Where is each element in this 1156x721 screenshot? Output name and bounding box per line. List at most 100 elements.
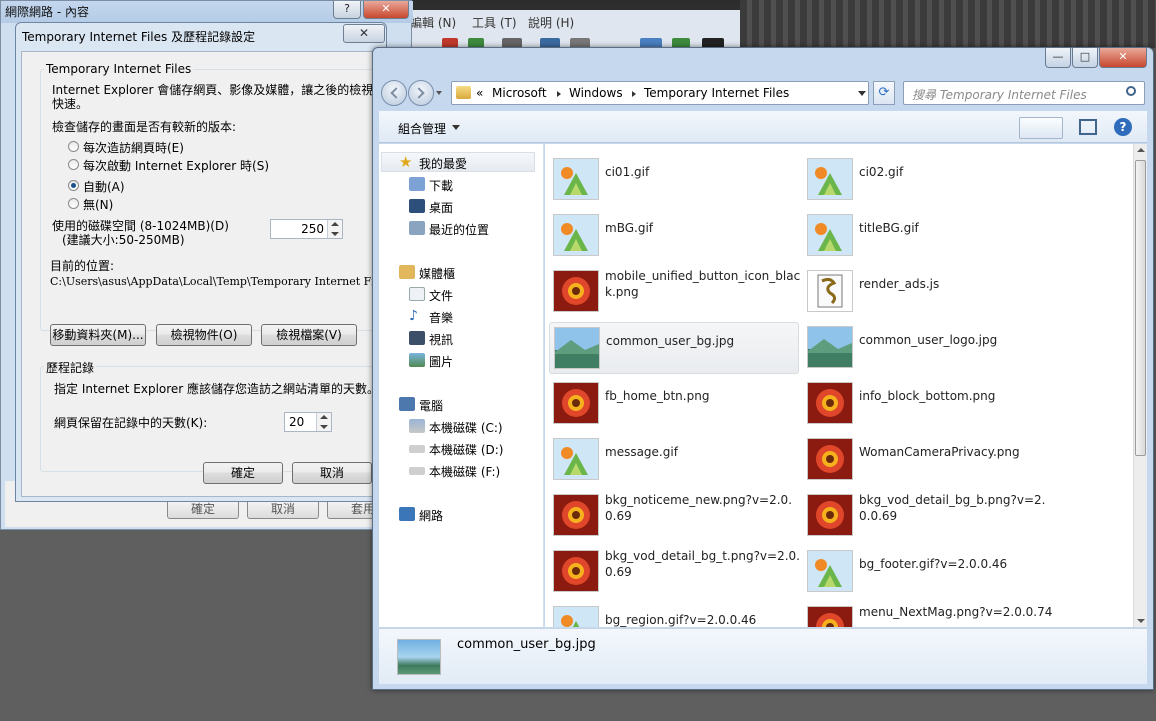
radio-every-visit[interactable] (68, 141, 79, 152)
search-icon[interactable] (1126, 86, 1136, 96)
file-item[interactable]: common_user_logo.jpg (803, 322, 1053, 374)
file-item[interactable]: render_ads.js (803, 266, 1053, 318)
preview-pane-icon[interactable] (1079, 119, 1097, 135)
file-name: common_user_bg.jpg (606, 334, 735, 348)
breadcrumb-separator-icon[interactable] (557, 91, 561, 97)
nav-music[interactable]: ♪ 音樂 (409, 309, 453, 326)
file-item[interactable]: bkg_noticeme_new.png?v=2.0.0.69 (549, 490, 799, 542)
spin-arrows[interactable] (327, 220, 342, 238)
history-days-stepper[interactable]: 20 (284, 412, 332, 432)
scroll-thumb[interactable] (1135, 160, 1146, 456)
file-item[interactable]: ci01.gif (549, 154, 799, 206)
history-days-value[interactable]: 20 (289, 415, 304, 429)
file-item[interactable]: WomanCameraPrivacy.png (803, 434, 1053, 486)
file-item[interactable]: bg_footer.gif?v=2.0.0.46 (803, 546, 1053, 598)
radio-label[interactable]: 自動(A) (83, 178, 125, 195)
radio-label[interactable]: 無(N) (83, 196, 113, 213)
jpg-thumbnail-icon (807, 326, 853, 368)
address-bar[interactable]: « Microsoft Windows Temporary Internet F… (451, 81, 869, 105)
nav-documents[interactable]: 文件 (409, 287, 453, 304)
breadcrumb-microsoft[interactable]: Microsoft (492, 86, 547, 100)
refresh-icon[interactable]: ⟳ (873, 81, 895, 105)
maximize-button[interactable]: □ (1072, 48, 1098, 68)
folder-icon (456, 86, 471, 99)
nav-downloads[interactable]: 下載 (409, 177, 453, 194)
organize-dropdown-icon[interactable] (452, 125, 460, 130)
file-item[interactable]: titleBG.gif (803, 210, 1053, 262)
recent-pages-chevron-icon[interactable] (436, 91, 442, 95)
view-objects-button[interactable]: 檢視物件(O) (156, 324, 252, 346)
spin-arrows[interactable] (316, 413, 331, 431)
move-folder-button[interactable]: 移動資料夾(M)... (50, 324, 146, 346)
minimize-button[interactable]: — (1045, 48, 1071, 68)
tif-group-title: Temporary Internet Files (44, 62, 194, 76)
nav-drive-c[interactable]: 本機磁碟 (C:) (409, 419, 503, 436)
menu-tools[interactable]: 工具 (T) (472, 14, 517, 31)
disk-space-hint: (建議大小:50-250MB) (62, 233, 185, 247)
breadcrumb-separator-icon[interactable] (632, 91, 636, 97)
nav-network[interactable]: 網路 (399, 507, 443, 524)
gif-thumbnail-icon (807, 214, 853, 256)
file-name: menu_NextMag.png?v=2.0.0.74 (859, 605, 1053, 619)
radio-every-start[interactable] (68, 159, 79, 170)
scroll-up-icon[interactable] (1137, 148, 1145, 152)
navigation-pane: ★ 我的最愛 下載 桌面 最近的位置 媒體櫃 文件 ♪ 音樂 視訊 圖片 電腦 本機… (379, 144, 544, 627)
search-input[interactable]: 搜尋 Temporary Internet Files (912, 86, 1087, 103)
file-item[interactable]: fb_home_btn.png (549, 378, 799, 430)
file-item[interactable]: mobile_unified_button_icon_black.png (549, 266, 800, 318)
forward-button[interactable] (408, 80, 434, 106)
nav-computer[interactable]: 電腦 (399, 397, 443, 414)
nav-pictures[interactable]: 圖片 (409, 353, 453, 370)
disk-space-stepper[interactable]: 250 (270, 219, 343, 239)
close-button[interactable]: ✕ (1099, 48, 1147, 68)
organize-button[interactable]: 組合管理 (398, 120, 446, 137)
breadcrumb-overflow[interactable]: « (476, 86, 483, 100)
history-description: 指定 Internet Explorer 應該儲存您造訪之網站清單的天數。 (54, 382, 380, 396)
disk-space-value[interactable]: 250 (301, 222, 324, 236)
nav-recent[interactable]: 最近的位置 (409, 221, 489, 238)
file-item[interactable]: bkg_vod_detail_bg_b.png?v=2.0.0.69 (803, 490, 1053, 542)
file-name: render_ads.js (859, 277, 940, 291)
cancel-button[interactable]: 取消 (247, 499, 319, 519)
file-item[interactable]: info_block_bottom.png (803, 378, 1053, 430)
dialog-close-button[interactable]: ✕ (343, 24, 385, 43)
nav-drive-d[interactable]: 本機磁碟 (D:) (409, 441, 503, 458)
radio-label[interactable]: 每次啟動 Internet Explorer 時(S) (83, 157, 269, 174)
file-item[interactable]: bg_region.gif?v=2.0.0.46 (549, 602, 799, 627)
network-icon (399, 507, 415, 521)
file-item[interactable]: ci02.gif (803, 154, 1053, 206)
radio-automatic[interactable] (68, 180, 79, 191)
nav-libraries[interactable]: 媒體櫃 (399, 265, 455, 282)
menu-edit[interactable]: 編輯 (N) (410, 14, 456, 31)
nav-videos[interactable]: 視訊 (409, 331, 453, 348)
scroll-down-icon[interactable] (1137, 619, 1145, 623)
vertical-scrollbar[interactable] (1133, 144, 1147, 627)
help-button[interactable]: ? (333, 1, 361, 19)
png-thumbnail-icon (807, 438, 853, 480)
file-item[interactable]: bkg_vod_detail_bg_t.png?v=2.0.0.69 (549, 546, 800, 598)
nav-favorites[interactable]: ★ 我的最愛 (399, 155, 467, 172)
radio-label[interactable]: 每次造訪網頁時(E) (83, 139, 184, 156)
search-box[interactable]: 搜尋 Temporary Internet Files (903, 81, 1145, 105)
file-item[interactable]: message.gif (549, 434, 799, 486)
dialog-cancel-button[interactable]: 取消 (292, 462, 372, 484)
address-dropdown-icon[interactable] (858, 91, 866, 96)
view-options-icon[interactable] (1019, 117, 1063, 139)
ok-button[interactable]: 確定 (167, 499, 239, 519)
nav-desktop[interactable]: 桌面 (409, 199, 453, 216)
dialog-ok-button[interactable]: 確定 (203, 462, 283, 484)
file-name: bkg_vod_detail_bg_b.png?v=2.0.0.69 (859, 493, 1046, 523)
back-button[interactable] (381, 80, 407, 106)
menu-help[interactable]: 說明 (H) (528, 14, 574, 31)
radio-never[interactable] (68, 198, 79, 209)
help-icon[interactable]: ? (1114, 118, 1132, 136)
breadcrumb-temp-files[interactable]: Temporary Internet Files (644, 86, 789, 100)
close-button[interactable]: ✕ (363, 1, 409, 19)
file-item[interactable]: menu_NextMag.png?v=2.0.0.74 (803, 602, 1053, 627)
file-item[interactable]: mBG.gif (549, 210, 799, 262)
view-files-button[interactable]: 檢視檔案(V) (261, 324, 357, 346)
nav-drive-f[interactable]: 本機磁碟 (F:) (409, 463, 500, 480)
file-item[interactable]: common_user_bg.jpg (549, 322, 799, 374)
pictures-icon (409, 353, 425, 367)
breadcrumb-windows[interactable]: Windows (569, 86, 623, 100)
